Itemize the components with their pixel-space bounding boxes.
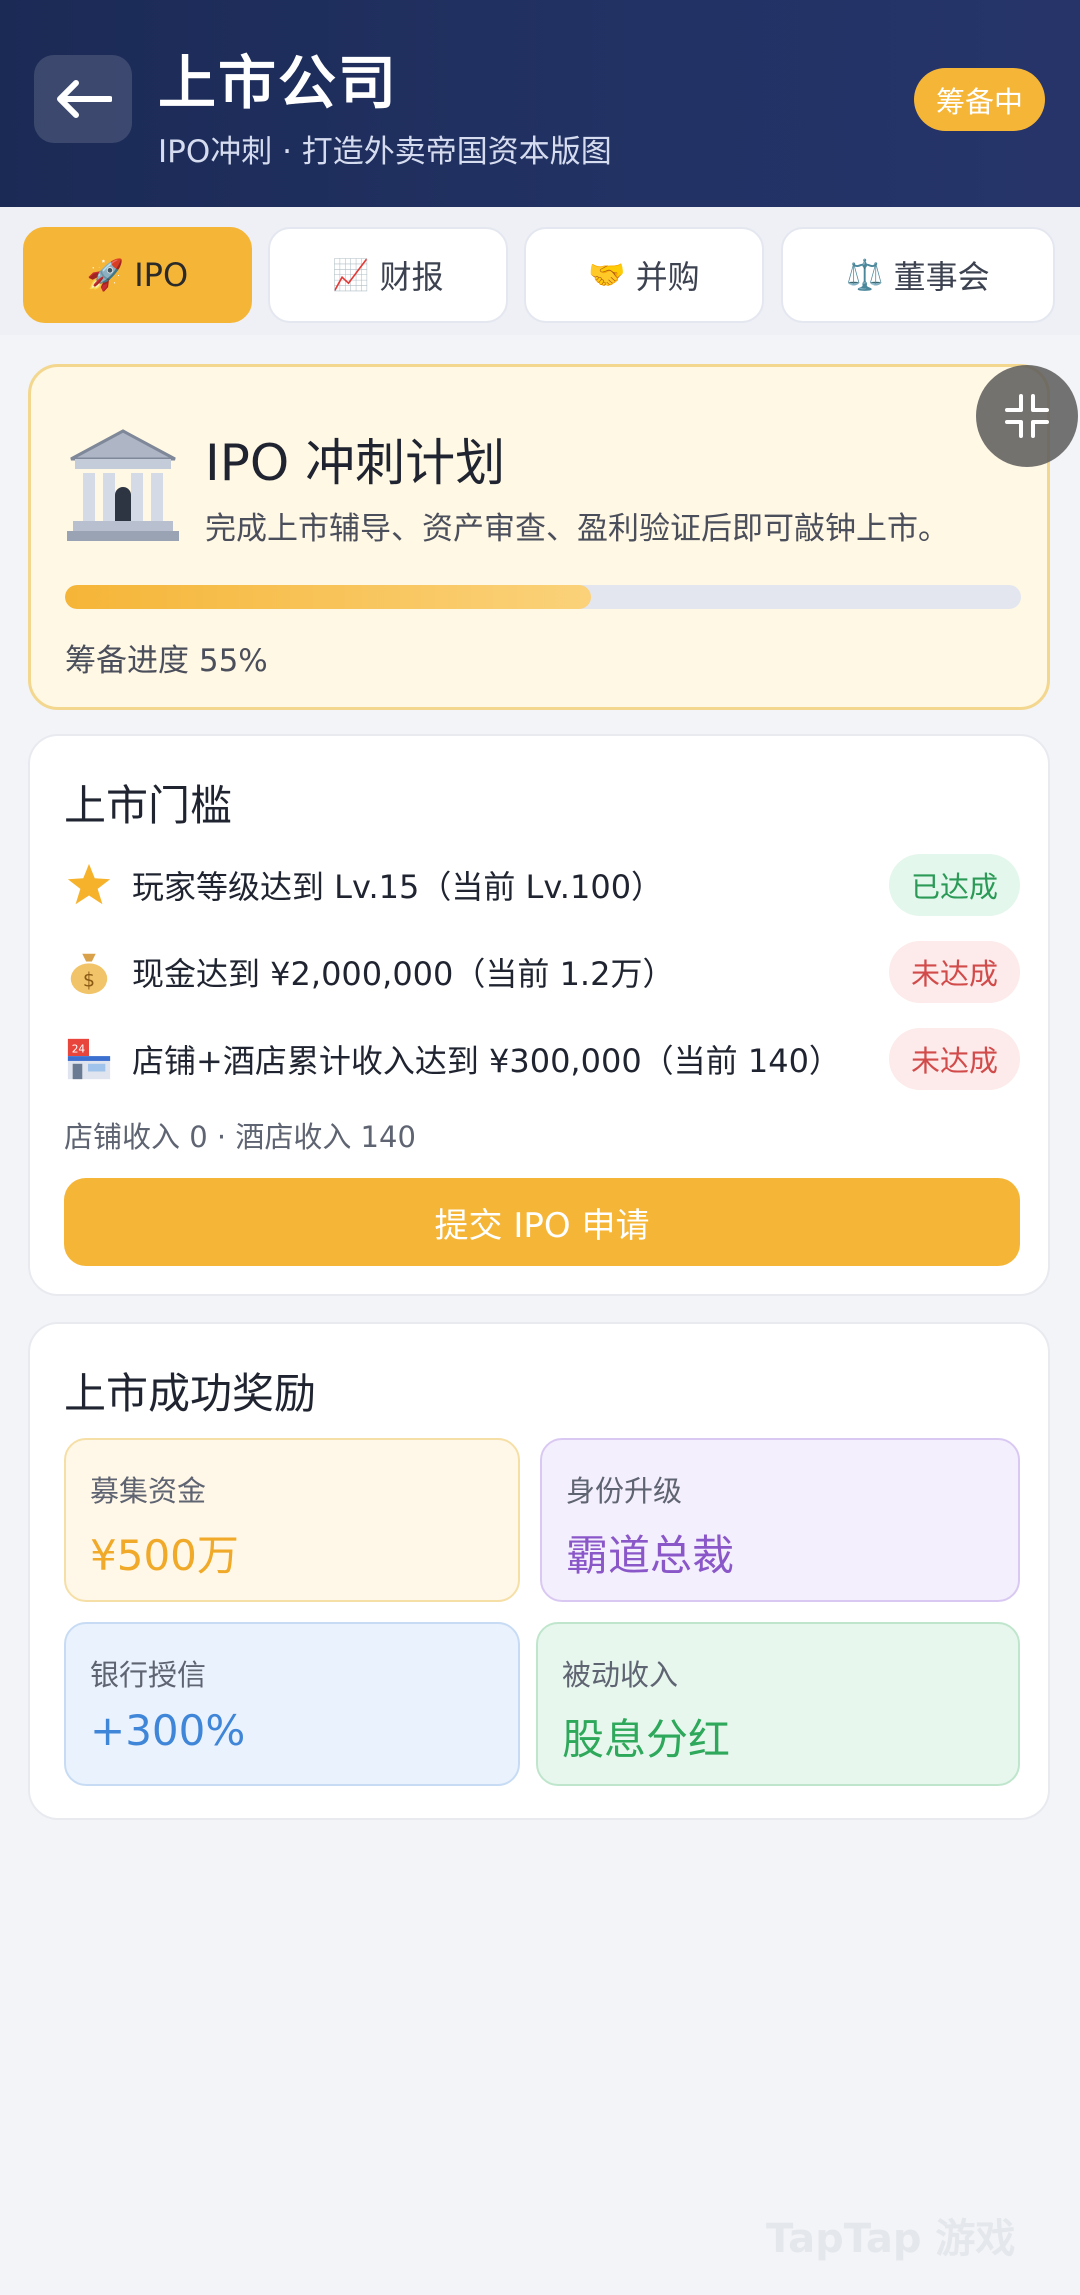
- bank-icon: [67, 429, 179, 541]
- money-bag-icon: $: [64, 947, 114, 997]
- rocket-icon: 🚀: [86, 257, 125, 293]
- chart-up-icon: 📈: [332, 257, 370, 293]
- reward-label: 银行授信: [90, 1658, 207, 1692]
- section-title: 上市成功奖励: [64, 1369, 317, 1418]
- requirement-text: 现金达到 ¥2,000,000（当前 1.2万）: [132, 955, 675, 993]
- reward-passive-income: 被动收入 股息分红: [536, 1622, 1020, 1786]
- status-badge: 筹备中: [914, 68, 1045, 131]
- requirement-text: 店铺+酒店累计收入达到 ¥300,000（当前 140）: [132, 1042, 841, 1080]
- scales-icon: ⚖️: [846, 257, 884, 293]
- reward-label: 被动收入: [562, 1658, 679, 1692]
- requirement-row: $ 现金达到 ¥2,000,000（当前 1.2万） 未达成: [64, 941, 1020, 1003]
- requirement-text: 玩家等级达到 Lv.15（当前 Lv.100）: [132, 868, 664, 906]
- tab-label: 并购: [635, 258, 700, 296]
- reward-value: 股息分红: [562, 1715, 731, 1764]
- reward-value: 霸道总裁: [566, 1531, 735, 1580]
- star-icon: [64, 860, 114, 910]
- tab-label: 财报: [379, 258, 444, 296]
- status-badge: 未达成: [888, 941, 1020, 1003]
- tab-label: 董事会: [893, 258, 990, 296]
- page-subtitle: IPO冲刺 · 打造外卖帝国资本版图: [158, 134, 612, 170]
- page-title: 上市公司: [158, 49, 399, 117]
- reward-value: ¥500万: [90, 1531, 239, 1580]
- progress-fill: [65, 585, 591, 609]
- reward-identity-upgrade: 身份升级 霸道总裁: [540, 1438, 1020, 1602]
- reward-label: 募集资金: [90, 1474, 207, 1508]
- requirement-row: 24 店铺+酒店累计收入达到 ¥300,000（当前 140） 未达成: [64, 1028, 1020, 1090]
- back-button[interactable]: [34, 55, 132, 143]
- section-title: 上市门槛: [64, 781, 233, 830]
- status-badge: 已达成: [888, 854, 1020, 916]
- collapse-button[interactable]: [976, 365, 1078, 467]
- submit-ipo-button[interactable]: 提交 IPO 申请: [64, 1178, 1020, 1266]
- status-badge: 未达成: [888, 1028, 1020, 1090]
- tab-mergers[interactable]: 🤝 并购: [524, 227, 764, 323]
- plan-description: 完成上市辅导、资产审查、盈利验证后即可敲钟上市。: [205, 511, 949, 547]
- tab-board[interactable]: ⚖️ 董事会: [781, 227, 1055, 323]
- collapse-icon: [1005, 394, 1049, 438]
- reward-raised-funds: 募集资金 ¥500万: [64, 1438, 520, 1602]
- svg-text:$: $: [83, 968, 95, 991]
- tab-ipo[interactable]: 🚀 IPO: [23, 227, 252, 323]
- ipo-plan-card: IPO 冲刺计划 完成上市辅导、资产审查、盈利验证后即可敲钟上市。 筹备进度 5…: [28, 364, 1050, 710]
- progress-label: 筹备进度 55%: [65, 643, 268, 679]
- tab-financial-report[interactable]: 📈 财报: [268, 227, 508, 323]
- svg-text:24: 24: [72, 1043, 86, 1055]
- income-summary: 店铺收入 0 · 酒店收入 140: [64, 1120, 416, 1154]
- listing-rewards-card: 上市成功奖励 募集资金 ¥500万 身份升级 霸道总裁 银行授信 +300% 被…: [28, 1322, 1050, 1820]
- convenience-store-icon: 24: [64, 1034, 114, 1084]
- handshake-icon: 🤝: [588, 257, 626, 293]
- listing-threshold-card: 上市门槛 玩家等级达到 Lv.15（当前 Lv.100） 已达成 $ 现金达到 …: [28, 734, 1050, 1296]
- tab-label: IPO: [134, 256, 189, 294]
- reward-bank-credit: 银行授信 +300%: [64, 1622, 520, 1786]
- app-header: 上市公司 IPO冲刺 · 打造外卖帝国资本版图 筹备中: [0, 0, 1080, 207]
- plan-title: IPO 冲刺计划: [205, 434, 506, 492]
- ipo-progress-bar: [65, 585, 1021, 609]
- reward-label: 身份升级: [566, 1474, 683, 1508]
- reward-value: +300%: [90, 1706, 246, 1755]
- requirement-row: 玩家等级达到 Lv.15（当前 Lv.100） 已达成: [64, 854, 1020, 916]
- arrow-left-icon: [57, 80, 112, 118]
- tab-bar: 🚀 IPO 📈 财报 🤝 并购 ⚖️ 董事会: [0, 207, 1080, 335]
- watermark: TapTap 游戏: [766, 2216, 1016, 2262]
